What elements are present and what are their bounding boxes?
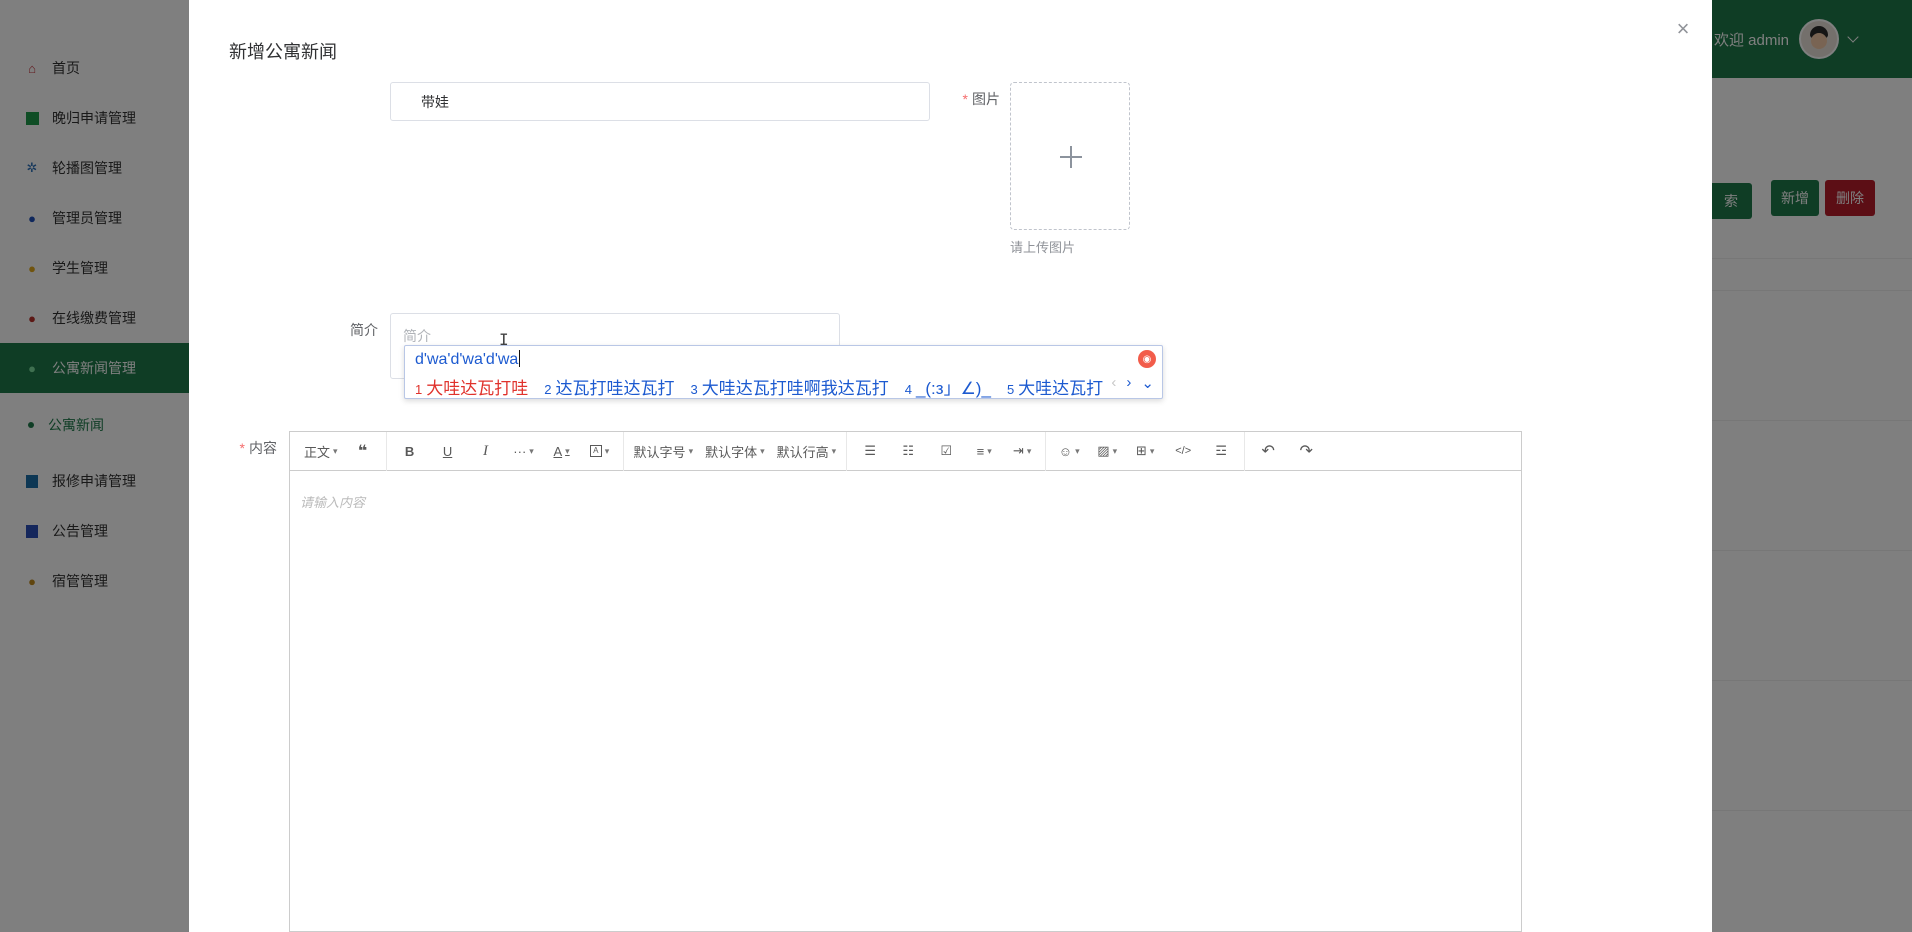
numbered-list-icon[interactable]: ☷	[889, 432, 927, 471]
image-icon[interactable]: ▨ ▾	[1088, 432, 1126, 471]
emoji-icon[interactable]: ☺ ▾	[1050, 432, 1088, 471]
next-page-icon[interactable]: ›	[1126, 374, 1131, 392]
ime-candidate[interactable]: 5 大哇达瓦打	[1007, 374, 1103, 399]
table-icon[interactable]: ⊞ ▾	[1126, 432, 1164, 471]
line-height-select[interactable]: 默认行高 ▾	[771, 432, 843, 471]
title-input[interactable]: 带娃	[390, 82, 930, 121]
intro-label: 简介	[350, 322, 378, 338]
bold-icon[interactable]: B	[391, 432, 429, 471]
dialog-title: 新增公寓新闻	[229, 42, 337, 62]
editor-placeholder: 请输入内容	[300, 495, 366, 510]
font-size-select[interactable]: 默认字号 ▾	[628, 432, 700, 471]
font-color-icon[interactable]: A ▾	[543, 432, 581, 471]
editor-content-area[interactable]: 请输入内容	[290, 472, 1521, 932]
image-label: * 图片	[962, 91, 1000, 107]
ime-candidate[interactable]: 4 _(:з」∠)_	[905, 374, 991, 399]
quote-icon[interactable]: ❝	[344, 432, 382, 471]
undo-icon[interactable]: ↶	[1249, 432, 1287, 471]
bulleted-list-icon[interactable]: ☰	[851, 432, 889, 471]
background-color-icon[interactable]: A ▾	[581, 432, 619, 471]
redo-icon[interactable]: ↷	[1287, 432, 1325, 471]
image-upload-button[interactable]	[1010, 82, 1130, 230]
underline-icon[interactable]: U	[429, 432, 467, 471]
ime-candidate-list: 1 大哇达瓦打哇 2 达瓦打哇达瓦打 3 大哇达瓦打哇啊我达瓦打 4 _(:з」∠)_ …	[415, 374, 1103, 399]
ime-pager: ‹ › ⌄	[1111, 374, 1154, 392]
prev-page-icon[interactable]: ‹	[1111, 374, 1116, 392]
more-icon[interactable]: ··· ▾	[505, 432, 543, 471]
align-icon[interactable]: ≡ ▾	[965, 432, 1003, 471]
ime-candidate[interactable]: 3 大哇达瓦打哇啊我达瓦打	[690, 374, 888, 399]
content-label: * 内容	[239, 440, 277, 456]
ime-candidate[interactable]: 1 大哇达瓦打哇	[415, 374, 528, 399]
ime-candidate[interactable]: 2 达瓦打哇达瓦打	[544, 374, 674, 399]
rich-text-editor: 正文 ▾ ❝ B U I ··· ▾ A ▾ A ▾ 默认字号 ▾ 默认字体 ▾ 默认行高 ▾…	[289, 431, 1522, 932]
italic-icon[interactable]: I	[467, 432, 505, 471]
plus-icon	[1070, 146, 1072, 168]
indent-icon[interactable]: ⇥ ▾	[1003, 432, 1041, 471]
ime-composition: d'wa'd'wa'd'wa	[415, 350, 521, 368]
paragraph-select[interactable]: 正文 ▾	[298, 432, 344, 471]
close-icon[interactable]: ×	[1672, 18, 1694, 40]
ime-logo-icon[interactable]: ◉	[1138, 350, 1156, 368]
ime-candidate-window: d'wa'd'wa'd'wa 1 大哇达瓦打哇 2 达瓦打哇达瓦打 3 大哇达瓦打哇啊…	[404, 345, 1163, 399]
editor-toolbar: 正文 ▾ ❝ B U I ··· ▾ A ▾ A ▾ 默认字号 ▾ 默认字体 ▾ 默认行高 ▾…	[290, 431, 1521, 471]
divider-icon[interactable]: ☲	[1202, 432, 1240, 471]
font-family-select[interactable]: 默认字体 ▾	[699, 432, 771, 471]
todo-icon[interactable]: ☑	[927, 432, 965, 471]
code-icon[interactable]: </>	[1164, 432, 1202, 471]
expand-icon[interactable]: ⌄	[1141, 374, 1154, 392]
upload-tip: 请上传图片	[1010, 240, 1076, 255]
